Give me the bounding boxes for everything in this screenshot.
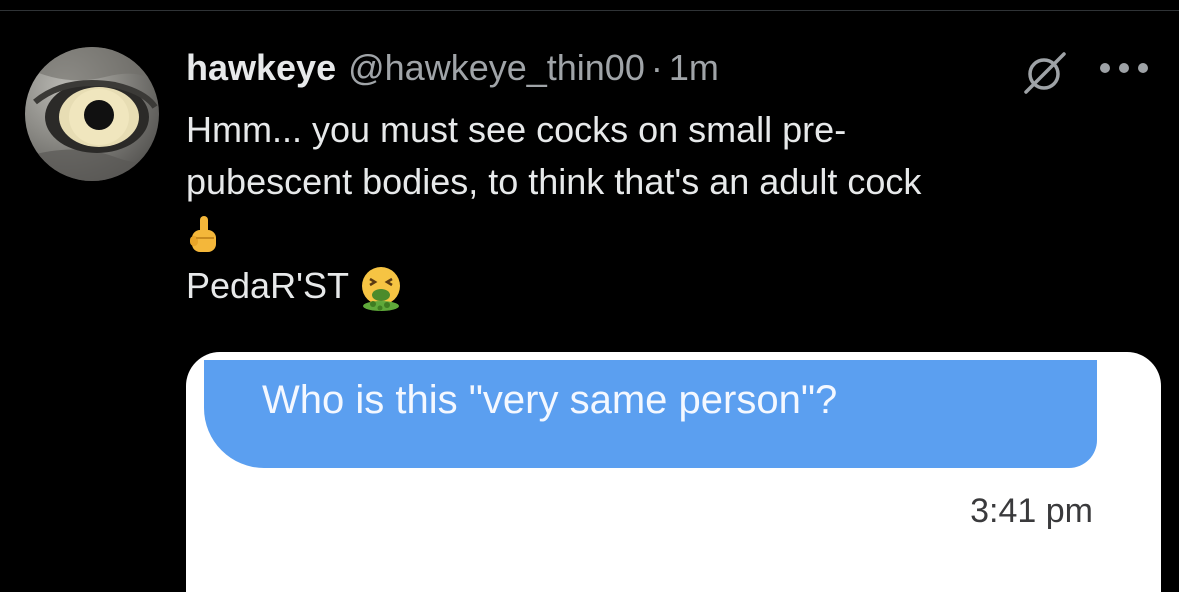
user-handle[interactable]: @hawkeye_thin00 bbox=[348, 46, 645, 90]
tweet-text-line-1: Hmm... you must see cocks on small pre- bbox=[186, 109, 847, 150]
tweet-text: Hmm... you must see cocks on small pre- … bbox=[186, 104, 1146, 312]
embedded-image-card[interactable]: Who is this "very same person"? 3:41 pm bbox=[186, 352, 1161, 592]
middle-finger-emoji-icon bbox=[190, 216, 216, 253]
separator-dot: · bbox=[650, 47, 663, 88]
tweet-text-line-4: PedaR'ST bbox=[186, 260, 1146, 312]
top-divider bbox=[0, 10, 1179, 11]
eye-avatar-icon bbox=[25, 47, 159, 181]
more-options-icon[interactable] bbox=[1100, 62, 1148, 74]
user-avatar[interactable] bbox=[25, 47, 159, 181]
tweet-time[interactable]: 1m bbox=[669, 46, 719, 90]
vomiting-face-emoji-icon bbox=[361, 267, 400, 312]
message-bubble: Who is this "very same person"? bbox=[204, 360, 1097, 468]
tweet-header: hawkeye @hawkeye_thin00 · 1m bbox=[186, 46, 719, 90]
message-timestamp: 3:41 pm bbox=[970, 492, 1093, 530]
grok-icon[interactable] bbox=[1022, 50, 1068, 96]
message-text: Who is this "very same person"? bbox=[262, 378, 838, 422]
display-name[interactable]: hawkeye bbox=[186, 46, 336, 90]
tweet-text-line-2: pubescent bodies, to think that's an adu… bbox=[186, 161, 922, 202]
tweet-text-line-3 bbox=[186, 208, 1146, 260]
tweet-text-word: PedaR'ST bbox=[186, 265, 349, 306]
